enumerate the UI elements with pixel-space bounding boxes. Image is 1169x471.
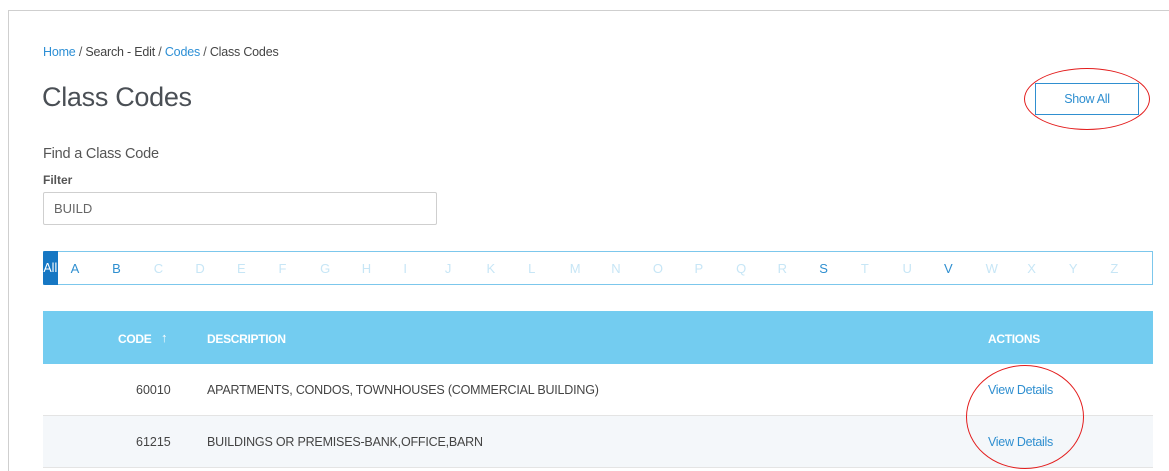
alphabet-letter-n: N [611,260,621,276]
alphabet-letter-e: E [236,260,246,276]
alphabet-letter-u: U [902,260,912,276]
alphabet-letter-c: C [153,260,164,276]
alphabet-letter-p: P [694,260,704,276]
breadcrumb-separator: / [200,45,210,59]
row-description: BUILDINGS OR PREMISES-BANK,OFFICE,BARN [207,435,483,449]
alphabet-letters: ABC D E F G H I J K L M N O P Q R ST U VW X Y Z [71,261,1152,276]
alphabet-letter-f: F [278,260,287,276]
alphabet-filter-bar: All ABC D E F G H I J K L M N O P Q R ST U VW X Y Z [43,250,1153,285]
alphabet-letter-b[interactable]: B [112,261,154,276]
filter-label: Filter [43,173,73,187]
breadcrumb-search-edit: Search - Edit [85,45,156,59]
column-header-description: DESCRIPTION [207,332,286,346]
alphabet-letter-k: K [486,260,496,276]
alphabet-letter-l: L [528,260,536,276]
alphabet-letter-y: Y [1068,260,1078,276]
sort-ascending-icon[interactable]: ↑ [161,330,168,345]
alphabet-letter-q: Q [736,260,747,276]
row-code: 61215 [136,435,171,449]
row-code: 60010 [136,383,171,397]
breadcrumb-home-link[interactable]: Home [43,45,76,59]
alphabet-letter-r: R [777,260,788,276]
alphabet-letter-i: I [403,260,407,276]
alphabet-letter-t: T [860,260,869,276]
alphabet-letter-v[interactable]: V [944,261,986,276]
table-header: CODE ↑ DESCRIPTION ACTIONS [43,311,1153,364]
column-header-actions: ACTIONS [988,332,1040,346]
alphabet-letter-d: D [195,260,205,276]
column-header-code[interactable]: CODE [118,332,152,346]
alphabet-letter-h: H [361,260,372,276]
find-section-title: Find a Class Code [43,146,159,162]
alphabet-letter-o: O [652,260,663,276]
page-title: Class Codes [42,82,192,112]
annotation-circle-show-all [1024,68,1150,130]
row-description: APARTMENTS, CONDOS, TOWNHOUSES (COMMERCI… [207,383,599,397]
alphabet-letter-s[interactable]: S [819,261,861,276]
annotation-circle-view-details [966,365,1084,469]
alphabet-letter-w: W [985,260,998,276]
breadcrumb-separator: / [155,45,165,59]
alphabet-letter-x: X [1027,260,1036,276]
alphabet-letter-j: J [444,260,452,276]
breadcrumb-current: Class Codes [209,45,279,59]
alphabet-letter-g: G [320,260,331,276]
filter-input[interactable] [43,192,437,225]
alphabet-letter-z: Z [1110,260,1119,276]
alphabet-letter-a[interactable]: A [71,261,113,276]
breadcrumb: Home / Search - Edit / Codes / Class Cod… [43,45,279,59]
breadcrumb-separator: / [75,45,86,59]
alphabet-all-tab[interactable]: All [43,250,58,285]
breadcrumb-codes-link[interactable]: Codes [165,45,200,59]
alphabet-letter-m: M [569,260,581,276]
